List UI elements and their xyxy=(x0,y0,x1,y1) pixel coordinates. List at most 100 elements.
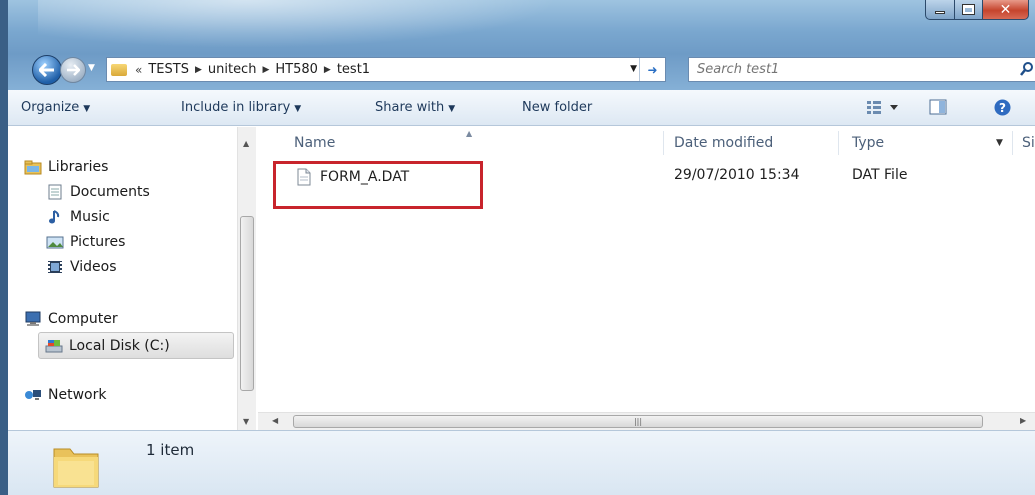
search-box[interactable] xyxy=(688,57,1035,82)
address-dropdown-button[interactable]: ▼ xyxy=(630,64,637,74)
breadcrumb-item[interactable]: HT580 ▶ xyxy=(275,62,330,77)
breadcrumb-label: unitech xyxy=(207,62,257,77)
music-icon xyxy=(49,210,60,224)
preview-pane-button[interactable] xyxy=(929,99,947,119)
file-type: DAT File xyxy=(852,167,908,183)
nav-label: Videos xyxy=(70,259,117,275)
scroll-up-icon[interactable]: ▲ xyxy=(243,139,249,148)
share-with-label: Share with xyxy=(375,100,445,115)
nav-item-local-disk[interactable]: Local Disk (C:) xyxy=(38,332,234,359)
pictures-icon xyxy=(46,236,64,249)
folder-icon xyxy=(111,63,127,76)
nav-label: Music xyxy=(70,209,110,225)
close-button[interactable]: ✕ xyxy=(983,0,1029,20)
column-header-type[interactable]: Type xyxy=(852,135,884,151)
chevron-down-icon: ▼ xyxy=(83,104,91,114)
column-divider[interactable] xyxy=(838,131,839,155)
maximize-button[interactable] xyxy=(955,0,983,20)
maximize-icon xyxy=(962,4,975,15)
column-header-date-modified[interactable]: Date modified xyxy=(674,135,773,151)
file-list: ▲ Name Date modified Type ▼ Siz FORM_A.D… xyxy=(258,127,1035,430)
nav-label: Libraries xyxy=(48,159,109,175)
title-bar: ✕ ▼ « TESTS ▶ unitech ▶ HT580 ▶ test1 ▼ ➜ xyxy=(8,0,1035,90)
sort-ascending-icon: ▲ xyxy=(466,129,473,138)
help-button[interactable]: ? xyxy=(994,99,1011,120)
nav-item-documents[interactable]: Documents xyxy=(46,184,150,200)
back-button[interactable] xyxy=(32,55,62,85)
documents-icon xyxy=(48,184,62,200)
include-in-library-button[interactable]: Include in library ▼ xyxy=(181,100,301,115)
column-header-size[interactable]: Siz xyxy=(1022,135,1035,151)
nav-item-computer[interactable]: Computer xyxy=(24,311,118,327)
refresh-button[interactable]: ➜ xyxy=(639,58,665,81)
new-folder-button[interactable]: New folder xyxy=(522,100,592,115)
nav-label: Computer xyxy=(48,311,118,327)
breadcrumb-label: test1 xyxy=(336,62,371,77)
search-icon[interactable] xyxy=(1019,61,1035,77)
videos-icon xyxy=(48,261,62,273)
svg-text:?: ? xyxy=(999,101,1006,115)
libraries-icon xyxy=(24,160,42,175)
breadcrumb-label: TESTS xyxy=(148,62,189,77)
back-arrow-icon xyxy=(39,63,54,77)
scrollbar-thumb[interactable] xyxy=(240,216,254,391)
navigation-pane: Libraries Documents Music Pictures Video… xyxy=(8,127,256,430)
refresh-icon: ➜ xyxy=(647,62,658,77)
chevron-right-icon[interactable]: ▶ xyxy=(195,65,202,75)
help-icon: ? xyxy=(994,99,1011,116)
folder-icon xyxy=(53,448,99,488)
search-input[interactable] xyxy=(697,62,997,77)
column-divider[interactable] xyxy=(663,131,664,155)
share-with-button[interactable]: Share with ▼ xyxy=(375,100,455,115)
nav-label: Network xyxy=(48,387,107,403)
recent-pages-button[interactable]: ▼ xyxy=(88,63,95,73)
chevron-down-icon[interactable]: ▼ xyxy=(996,138,1003,148)
column-divider[interactable] xyxy=(1012,131,1013,155)
chevron-down-icon: ▼ xyxy=(448,104,456,114)
organize-button[interactable]: Organize ▼ xyxy=(21,100,90,115)
glass-highlight xyxy=(38,0,558,48)
window-controls: ✕ xyxy=(925,0,1029,20)
nav-item-videos[interactable]: Videos xyxy=(46,259,117,275)
command-bar: Organize ▼ Include in library ▼ Share with… xyxy=(8,90,1035,126)
nav-item-pictures[interactable]: Pictures xyxy=(46,234,125,250)
nav-label: Local Disk (C:) xyxy=(69,337,170,354)
horizontal-scrollbar[interactable]: ◀ ||| ▶ xyxy=(258,412,1035,430)
forward-arrow-icon xyxy=(67,64,80,76)
explorer-window: ✕ ▼ « TESTS ▶ unitech ▶ HT580 ▶ test1 ▼ ➜ O… xyxy=(0,0,1035,495)
scroll-left-icon[interactable]: ◀ xyxy=(272,416,278,425)
chevron-right-icon[interactable]: ▶ xyxy=(262,65,269,75)
nav-label: Pictures xyxy=(70,234,126,250)
chevron-right-icon[interactable]: ▶ xyxy=(324,65,331,75)
nav-item-music[interactable]: Music xyxy=(46,209,110,225)
nav-item-libraries[interactable]: Libraries xyxy=(24,159,108,175)
item-count: 1 item xyxy=(146,441,195,459)
nav-label: Documents xyxy=(70,184,150,200)
include-in-library-label: Include in library xyxy=(181,100,291,115)
nav-vertical-scrollbar[interactable]: ▲ ▼ xyxy=(237,127,256,430)
breadcrumb-item[interactable]: unitech ▶ xyxy=(208,62,270,77)
forward-button[interactable] xyxy=(60,57,86,83)
close-icon: ✕ xyxy=(999,1,1012,18)
breadcrumb-overflow[interactable]: « xyxy=(135,63,142,77)
scroll-down-icon[interactable]: ▼ xyxy=(243,417,249,426)
breadcrumb-label: HT580 xyxy=(275,62,318,77)
details-pane: 1 item xyxy=(8,430,1035,495)
minimize-icon xyxy=(935,11,945,14)
scrollbar-thumb[interactable]: ||| xyxy=(293,415,983,428)
scroll-right-icon[interactable]: ▶ xyxy=(1020,416,1026,425)
breadcrumb-item[interactable]: TESTS ▶ xyxy=(148,62,202,77)
change-view-button[interactable] xyxy=(866,99,902,119)
views-icon xyxy=(867,101,898,114)
minimize-button[interactable] xyxy=(925,0,955,20)
column-header-name[interactable]: Name xyxy=(294,135,335,151)
preview-pane-icon xyxy=(929,99,947,115)
computer-icon xyxy=(25,311,41,326)
local-disk-icon xyxy=(45,339,63,352)
organize-label: Organize xyxy=(21,100,80,115)
new-folder-label: New folder xyxy=(522,100,593,115)
nav-item-network[interactable]: Network xyxy=(24,387,106,403)
highlight-annotation xyxy=(273,161,483,209)
breadcrumb-item[interactable]: test1 xyxy=(337,62,370,77)
address-bar[interactable]: « TESTS ▶ unitech ▶ HT580 ▶ test1 ▼ ➜ xyxy=(106,57,666,82)
